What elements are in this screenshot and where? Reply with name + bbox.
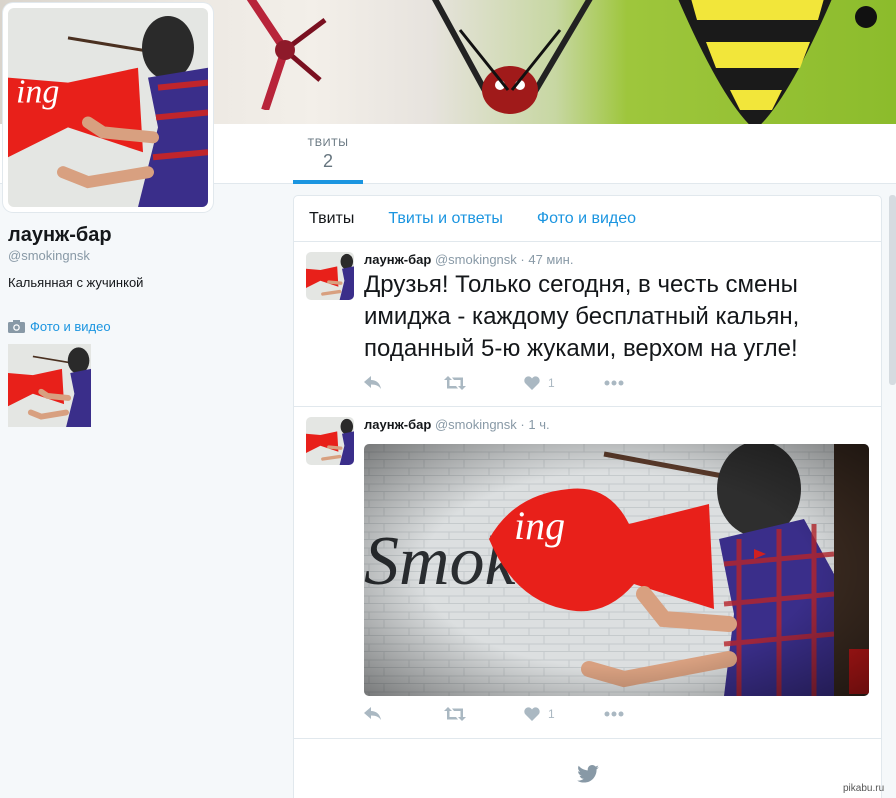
reply-icon (364, 376, 381, 389)
tab-tweets[interactable]: Твиты (309, 210, 354, 228)
tweet-avatar[interactable] (306, 417, 354, 465)
more-icon (604, 380, 624, 386)
retweet-icon (444, 376, 466, 390)
like-button[interactable]: 1 (524, 376, 604, 390)
like-count: 1 (548, 707, 555, 721)
tab-tweets-replies[interactable]: Твиты и ответы (388, 210, 503, 228)
tweets-count-label: ТВИТЫ (307, 137, 349, 149)
tweet-header: лаунж-бар @smokingnsk · 47 мин. (364, 252, 573, 267)
media-thumbnail[interactable] (8, 344, 91, 427)
tweet-author-name[interactable]: лаунж-бар (364, 252, 431, 267)
retweet-icon (444, 707, 466, 721)
svg-text:ing: ing (16, 74, 59, 111)
tweet-timestamp[interactable]: · 1 ч. (520, 417, 549, 432)
tweet-author-handle[interactable]: @smokingnsk (435, 417, 517, 432)
photos-videos-link[interactable]: Фото и видео (8, 319, 111, 334)
profile-bio: Кальянная с жучинкой (8, 275, 144, 290)
tweet-author-handle[interactable]: @smokingnsk (435, 252, 517, 267)
profile-name[interactable]: лаунж-бар (8, 224, 112, 247)
timeline: Твиты Твиты и ответы Фото и видео лаунж-… (293, 195, 882, 798)
more-icon (604, 711, 624, 717)
banner-bee-image (678, 0, 832, 124)
twitter-bird-icon (576, 765, 599, 783)
reply-button[interactable] (364, 376, 444, 390)
tweet-actions: 1 (364, 376, 684, 390)
camera-icon (8, 320, 25, 333)
reply-icon (364, 707, 381, 720)
banner-insect-image (432, 0, 593, 114)
tweet-photo[interactable]: Smok ing (364, 444, 869, 696)
tweet-timestamp[interactable]: · 47 мин. (520, 252, 573, 267)
tweets-count-value: 2 (322, 151, 333, 171)
avatar-photo: ing (8, 8, 208, 207)
retweet-button[interactable] (444, 376, 524, 390)
tab-photos-videos[interactable]: Фото и видео (537, 210, 636, 228)
profile-avatar[interactable]: ing (3, 3, 213, 212)
banner-detail (855, 6, 877, 28)
tweet-avatar[interactable] (306, 252, 354, 300)
watermark: pikabu.ru (843, 783, 885, 794)
tweet[interactable]: лаунж-бар @smokingnsk · 47 мин. Друзья! … (294, 242, 881, 407)
heart-icon (524, 376, 540, 390)
tweets-count-tab[interactable]: ТВИТЫ 2 (293, 124, 363, 184)
tweet-text: Друзья! Только сегодня, в честь смены им… (364, 271, 800, 362)
tweet-actions: 1 (364, 707, 684, 721)
like-button[interactable]: 1 (524, 707, 604, 721)
tweet-header: лаунж-бар @smokingnsk · 1 ч. (364, 417, 550, 432)
more-button[interactable] (604, 711, 684, 717)
tweet-author-name[interactable]: лаунж-бар (364, 417, 431, 432)
tweet[interactable]: лаунж-бар @smokingnsk · 1 ч. Smok (294, 407, 881, 739)
profile-handle[interactable]: @smokingnsk (8, 248, 90, 263)
like-count: 1 (548, 376, 555, 390)
timeline-end (294, 742, 881, 798)
banner-insect-image (246, 0, 327, 110)
reply-button[interactable] (364, 707, 444, 721)
timeline-tabs: Твиты Твиты и ответы Фото и видео (294, 196, 881, 242)
photos-videos-label: Фото и видео (30, 319, 111, 334)
retweet-button[interactable] (444, 707, 524, 721)
heart-icon (524, 707, 540, 721)
more-button[interactable] (604, 380, 684, 386)
scrollbar[interactable] (889, 195, 896, 385)
